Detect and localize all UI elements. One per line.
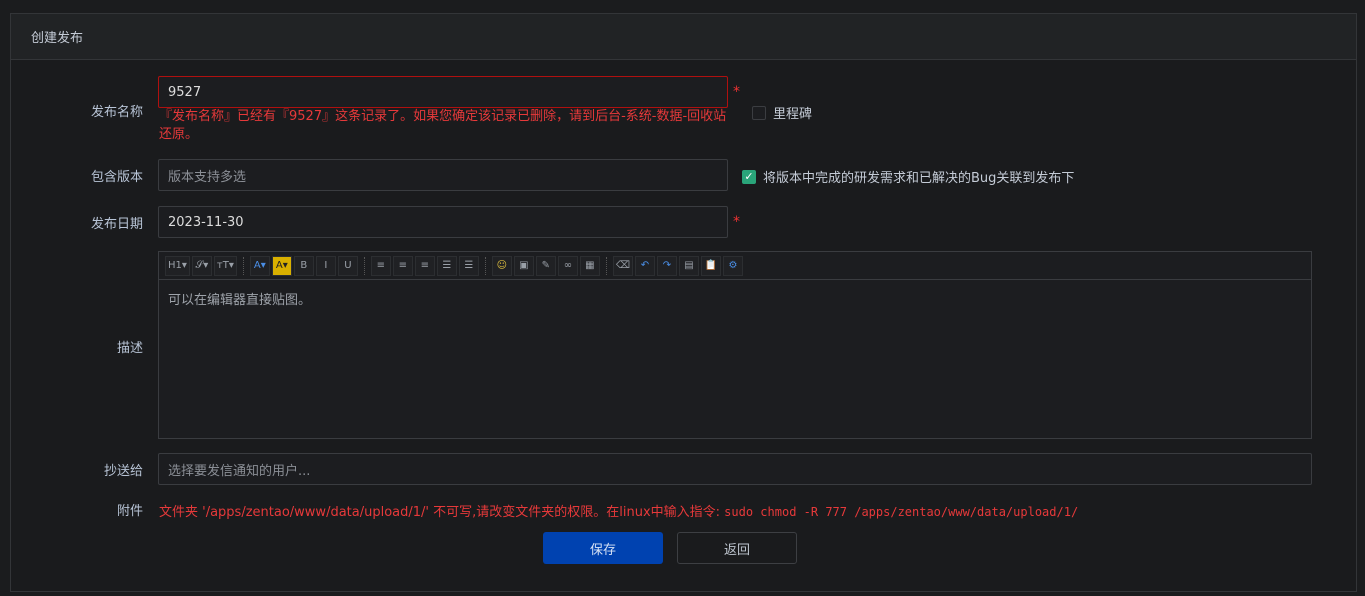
sync-label: 将版本中完成的研发需求和已解决的Bug关联到发布下: [763, 171, 1075, 186]
check-icon[interactable]: ✓: [742, 169, 756, 184]
about-icon[interactable]: ⚙: [723, 255, 743, 276]
redo-icon[interactable]: ↷: [657, 255, 677, 276]
code-icon[interactable]: ✎: [535, 255, 556, 276]
table-icon[interactable]: ▦: [579, 255, 600, 276]
undo-icon[interactable]: ↶: [635, 255, 655, 276]
link-icon[interactable]: ∞: [557, 255, 578, 276]
highlight-icon[interactable]: A▾: [271, 255, 292, 276]
builds-select[interactable]: 版本支持多选: [158, 159, 728, 191]
files-command: sudo chmod -R 777 /apps/zentao/www/data/…: [724, 505, 1079, 519]
bold-icon[interactable]: B: [293, 255, 314, 276]
editor-content[interactable]: 可以在编辑器直接贴图。: [159, 280, 1311, 317]
emoticon-icon[interactable]: ☺: [491, 255, 512, 276]
name-error-message: 『发布名称』已经有『9527』这条记录了。如果您确定该记录已删除，请到后台-系统…: [159, 109, 727, 142]
paste-icon[interactable]: 📋: [701, 255, 721, 276]
image-icon[interactable]: ▣: [513, 255, 534, 276]
back-button[interactable]: 返回: [677, 532, 797, 564]
eraser-icon[interactable]: ⌫: [612, 255, 633, 276]
desc-label: 描述: [116, 341, 143, 356]
align-left-icon[interactable]: ≡: [370, 255, 391, 276]
italic-icon[interactable]: I: [315, 255, 336, 276]
toolbar-separator: [605, 256, 607, 275]
toolbar-separator: [484, 256, 486, 275]
checkbox-box[interactable]: [752, 105, 766, 120]
ordered-list-icon[interactable]: ☰: [436, 255, 457, 276]
mailto-select[interactable]: 选择要发信通知的用户...: [158, 453, 1312, 485]
milestone-label: 里程碑: [773, 107, 813, 122]
toolbar-separator: [242, 256, 244, 275]
mailto-label: 抄送给: [103, 464, 143, 479]
files-error-message: 文件夹 '/apps/zentao/www/data/upload/1/' 不可…: [159, 501, 1078, 520]
unordered-list-icon[interactable]: ☰: [458, 255, 479, 276]
align-center-icon[interactable]: ≡: [392, 255, 413, 276]
release-name-input[interactable]: 9527: [158, 76, 728, 108]
required-mark: *: [733, 214, 740, 230]
editor-toolbar: H1▾ 𝒮▾ тT▾ A▾ A▾ B I U ≡ ≡ ≡ ☰ ☰ ☺ ▣ ✎ ∞ ▦ ⌫ ↶ ↷ ▤ 📋 ⚙: [159, 252, 1311, 280]
milestone-checkbox[interactable]: 里程碑: [752, 103, 812, 122]
name-label: 发布名称: [90, 105, 143, 120]
fullscreen-icon[interactable]: ▤: [679, 255, 699, 276]
description-editor[interactable]: H1▾ 𝒮▾ тT▾ A▾ A▾ B I U ≡ ≡ ≡ ☰ ☰ ☺ ▣ ✎ ∞ ▦ ⌫ ↶ ↷ ▤ 📋 ⚙ 可以在编辑器直接…: [158, 251, 1312, 439]
files-error-text: 文件夹 '/apps/zentao/www/data/upload/1/' 不可…: [159, 505, 725, 520]
create-release-panel: 创建发布 发布名称 9527 * 『发布名称』已经有『9527』这条记录了。如果…: [10, 13, 1357, 592]
builds-label: 包含版本: [90, 170, 143, 185]
page-title: 创建发布: [11, 14, 1356, 60]
release-date-input[interactable]: 2023-11-30: [158, 206, 728, 238]
font-color-icon[interactable]: A▾: [249, 255, 270, 276]
save-button[interactable]: 保存: [543, 532, 663, 564]
sync-checkbox[interactable]: ✓ 将版本中完成的研发需求和已解决的Bug关联到发布下: [742, 167, 1074, 186]
required-mark: *: [733, 84, 740, 100]
align-right-icon[interactable]: ≡: [414, 255, 435, 276]
font-size-icon[interactable]: тT▾: [213, 255, 237, 276]
date-label: 发布日期: [90, 217, 143, 232]
files-label: 附件: [116, 504, 143, 519]
underline-icon[interactable]: U: [337, 255, 358, 276]
font-family-icon[interactable]: 𝒮▾: [191, 255, 212, 276]
toolbar-separator: [363, 256, 365, 275]
heading-icon[interactable]: H1▾: [165, 255, 190, 276]
